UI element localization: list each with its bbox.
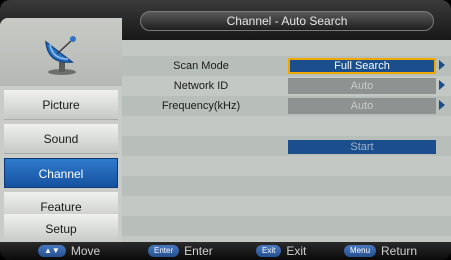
- enter-key-icon: Enter: [148, 245, 180, 257]
- right-arrow-icon: [439, 100, 445, 110]
- empty-row: [122, 116, 451, 136]
- arrow-keys-icon: ▲▼: [38, 245, 66, 257]
- exit-key-icon: Exit: [256, 245, 282, 257]
- setting-label: Scan Mode: [173, 60, 229, 72]
- setting-label: Network ID: [173, 80, 229, 92]
- scan-mode-value[interactable]: Full Search: [288, 58, 436, 74]
- setting-row-network-id[interactable]: Network ID Auto: [122, 76, 451, 96]
- sidebar-item-sound[interactable]: Sound: [4, 124, 118, 154]
- sidebar-item-channel[interactable]: Channel: [4, 158, 118, 188]
- setting-row-frequency[interactable]: Frequency(kHz) Auto: [122, 96, 451, 116]
- hint-move: ▲▼ Move: [38, 244, 100, 258]
- frequency-value: Auto: [288, 98, 436, 114]
- hint-label: Return: [381, 244, 418, 258]
- empty-row: [122, 196, 451, 216]
- hint-bar: ▲▼ Move Enter Enter Exit Exit Menu Retur…: [0, 242, 451, 260]
- hint-exit: Exit Exit: [256, 244, 306, 258]
- setting-label: Frequency(kHz): [161, 100, 241, 112]
- hint-enter: Enter Enter: [148, 244, 213, 258]
- start-row[interactable]: Start: [122, 136, 451, 156]
- hint-return: Menu Return: [344, 244, 417, 258]
- empty-row: [122, 156, 451, 176]
- sidebar: Picture Sound Channel Feature Setup: [0, 18, 122, 244]
- satellite-dish-icon: [45, 36, 76, 75]
- settings-panel: Scan Mode Full Search Network ID Auto Fr…: [122, 40, 451, 242]
- right-arrow-icon: [439, 60, 445, 70]
- start-button[interactable]: Start: [288, 140, 436, 154]
- menu-title: Channel - Auto Search: [140, 11, 434, 31]
- empty-row: [122, 216, 451, 236]
- hint-label: Move: [70, 244, 101, 258]
- tv-menu-window: Channel - Auto Search Picture Sound Chan…: [0, 0, 451, 260]
- network-id-value: Auto: [288, 78, 436, 94]
- hint-label: Enter: [184, 244, 213, 258]
- menu-key-icon: Menu: [344, 245, 377, 257]
- sidebar-item-picture[interactable]: Picture: [4, 90, 118, 120]
- hint-label: Exit: [286, 244, 307, 258]
- sidebar-header: [0, 18, 122, 86]
- empty-row: [122, 176, 451, 196]
- right-arrow-icon: [439, 80, 445, 90]
- setting-row-scan-mode[interactable]: Scan Mode Full Search: [122, 56, 451, 76]
- sidebar-item-setup[interactable]: Setup: [4, 214, 118, 244]
